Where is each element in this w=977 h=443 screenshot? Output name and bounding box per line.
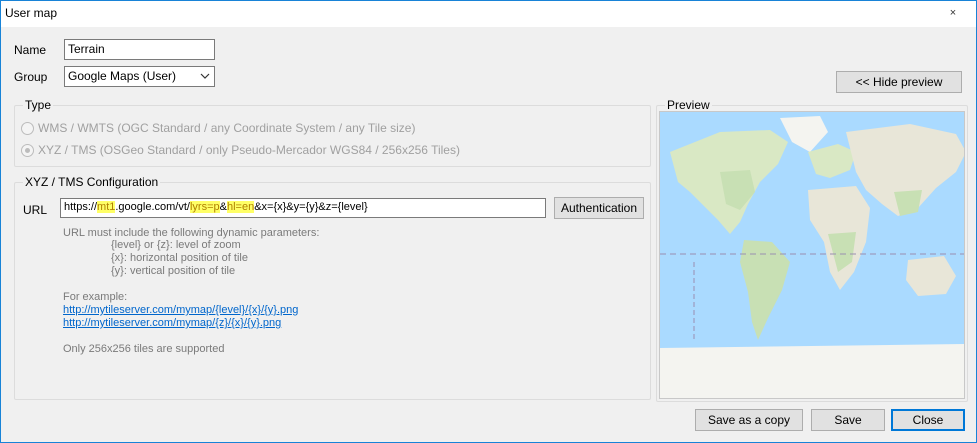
chevron-down-icon [200,73,210,79]
radio-xyz-indicator [21,143,34,157]
url-part-prefix: https:// [64,201,98,213]
url-part-lang: hl=en [226,201,255,213]
close-button[interactable]: Close [891,409,965,431]
help-x: {x}: horizontal position of tile [111,252,248,264]
title-bar: User map × [1,1,976,27]
radio-wms-indicator [21,121,34,135]
tile-size-note: Only 256x256 tiles are supported [63,343,225,355]
example-label: For example: [63,291,128,303]
url-label: URL [23,203,48,217]
preview-legend: Preview [665,98,712,112]
preview-map[interactable] [659,111,965,399]
help-intro: URL must include the following dynamic p… [63,227,320,239]
group-select-value: Google Maps (User) [68,69,177,83]
authentication-button[interactable]: Authentication [554,197,644,219]
help-y: {y}: vertical position of tile [111,265,236,277]
url-part-host: .google.com/vt/ [115,201,190,213]
window-title: User map [5,6,58,20]
name-label: Name [14,43,47,57]
radio-xyz[interactable]: XYZ / TMS (OSGeo Standard / only Pseudo-… [21,143,460,157]
url-part-layers: lyrs=p [189,201,220,213]
type-groupbox: Type WMS / WMTS (OGC Standard / any Coor… [14,98,651,167]
radio-xyz-label: XYZ / TMS (OSGeo Standard / only Pseudo-… [38,143,460,157]
user-map-dialog: User map × Name Terrain Group Google Map… [0,0,977,443]
name-input[interactable]: Terrain [64,39,215,60]
url-input[interactable]: https://mt1.google.com/vt/lyrs=p&hl=en&x… [60,198,546,218]
example-link-z[interactable]: http://mytileserver.com/mymap/{z}/{x}/{y… [63,317,281,329]
hide-preview-button[interactable]: << Hide preview [836,71,962,93]
url-part-amp: & [219,201,227,213]
save-as-copy-button[interactable]: Save as a copy [695,409,803,431]
example-link-level[interactable]: http://mytileserver.com/mymap/{level}/{x… [63,304,298,316]
help-level: {level} or {z}: level of zoom [111,239,241,251]
save-button[interactable]: Save [811,409,885,431]
group-label: Group [14,70,48,84]
close-icon[interactable]: × [930,1,976,26]
radio-wms-label: WMS / WMTS (OGC Standard / any Coordinat… [38,121,416,135]
radio-wms[interactable]: WMS / WMTS (OGC Standard / any Coordinat… [21,121,415,135]
url-part-server: mt1 [97,201,116,213]
url-part-params: &x={x}&y={y}&z={level} [254,201,368,213]
world-map-image [660,112,964,398]
xyz-config-legend: XYZ / TMS Configuration [23,175,161,189]
type-legend: Type [23,98,54,112]
group-select[interactable]: Google Maps (User) [64,66,215,87]
